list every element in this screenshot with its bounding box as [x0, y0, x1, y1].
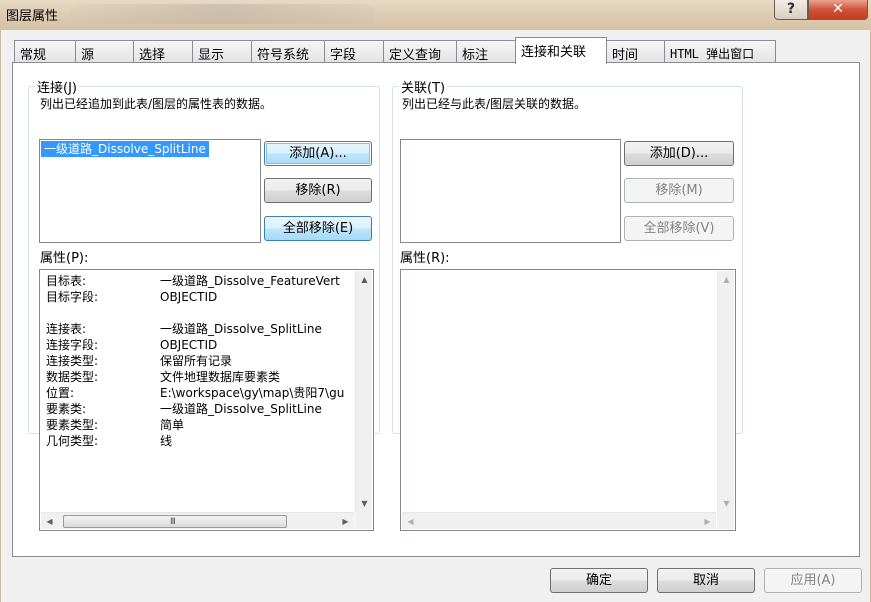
prop-value: 一级道路_Dissolve_FeatureVert	[160, 274, 340, 288]
tab-definition-query[interactable]: 定义查询	[383, 40, 457, 63]
relates-props-hscrollbar[interactable]: ◀ ▶	[402, 512, 716, 529]
relates-list[interactable]	[400, 139, 621, 243]
scroll-right-icon[interactable]: ▶	[337, 513, 354, 530]
dialog-client: 常规 源 选择 显示 符号系统 字段 定义查询 标注 连接和关联 时间 HTML…	[0, 30, 871, 602]
cancel-button[interactable]: 取消	[657, 568, 755, 593]
help-button[interactable]: ?	[774, 0, 808, 20]
joins-properties-label: 属性(P):	[40, 251, 89, 266]
joins-props-vscrollbar[interactable]: ▲ ▼	[355, 271, 372, 512]
prop-value: 简单	[160, 418, 185, 432]
add-join-button[interactable]: 添加(A)...	[264, 141, 372, 166]
hscroll-thumb[interactable]: III	[63, 515, 287, 528]
scroll-up-icon[interactable]: ▲	[356, 271, 373, 288]
scroll-down-icon[interactable]: ▼	[356, 495, 373, 512]
joins-list[interactable]: 一级道路_Dissolve_SplitLine	[39, 139, 261, 243]
scroll-down-icon[interactable]: ▼	[718, 495, 735, 512]
tab-selection[interactable]: 选择	[133, 40, 193, 63]
ok-button[interactable]: 确定	[550, 568, 648, 593]
prop-value: 文件地理数据库要素类	[160, 370, 281, 384]
tab-joins-relates[interactable]: 连接和关联	[515, 37, 607, 64]
prop-key: 位置:	[46, 386, 75, 400]
grip-icon: III	[170, 517, 176, 527]
prop-value: E:\workspace\gy\map\贵阳7\gu	[160, 386, 345, 400]
prop-value: OBJECTID	[160, 338, 218, 352]
tab-display[interactable]: 显示	[192, 40, 252, 63]
prop-value: 保留所有记录	[160, 354, 233, 368]
scroll-up-icon[interactable]: ▲	[718, 271, 735, 288]
relates-properties-label: 属性(R):	[400, 251, 450, 266]
prop-key: 目标字段:	[46, 290, 99, 304]
relates-description: 列出已经与此表/图层关联的数据。	[402, 97, 587, 111]
tab-symbology[interactable]: 符号系统	[251, 40, 325, 63]
relates-group-label: 关联(T)	[399, 77, 448, 96]
add-relate-button[interactable]: 添加(D)...	[624, 141, 734, 166]
joins-props-hscrollbar[interactable]: ◀ III ▶	[41, 512, 354, 529]
title-blur	[70, 4, 375, 24]
remove-relate-button[interactable]: 移除(M)	[624, 178, 734, 203]
prop-key: 连接表:	[46, 322, 87, 336]
scroll-left-icon[interactable]: ◀	[402, 513, 419, 530]
prop-key: 要素类:	[46, 402, 87, 416]
scroll-corner	[355, 512, 372, 529]
list-item[interactable]: 一级道路_Dissolve_SplitLine	[41, 141, 209, 157]
close-icon: ✕	[832, 1, 844, 17]
prop-key: 连接字段:	[46, 338, 99, 352]
remove-all-joins-button[interactable]: 全部移除(E)	[264, 216, 372, 241]
prop-value: 线	[160, 434, 173, 448]
remove-all-relates-button[interactable]: 全部移除(V)	[624, 216, 734, 241]
prop-value: 一级道路_Dissolve_SplitLine	[160, 322, 322, 336]
prop-key: 目标表:	[46, 274, 87, 288]
apply-button[interactable]: 应用(A)	[764, 568, 862, 593]
prop-value: OBJECTID	[160, 290, 218, 304]
joins-group-label: 连接(J)	[35, 77, 79, 96]
joins-description: 列出已经追加到此表/图层的属性表的数据。	[40, 97, 273, 111]
remove-join-button[interactable]: 移除(R)	[264, 178, 372, 203]
prop-key: 几何类型:	[46, 434, 99, 448]
prop-value: 一级道路_Dissolve_SplitLine	[160, 402, 322, 416]
tab-panel: 连接(J) 列出已经追加到此表/图层的属性表的数据。 一级道路_Dissolve…	[12, 62, 860, 557]
tab-time[interactable]: 时间	[606, 40, 665, 63]
tab-source[interactable]: 源	[75, 40, 134, 63]
relates-props-vscrollbar[interactable]: ▲ ▼	[717, 271, 734, 512]
tab-fields[interactable]: 字段	[324, 40, 384, 63]
window-title: 图层属性	[6, 9, 59, 24]
help-icon: ?	[786, 1, 796, 17]
prop-key: 连接类型:	[46, 354, 99, 368]
tab-html-popup[interactable]: HTML 弹出窗口	[664, 40, 776, 62]
scroll-corner	[717, 512, 734, 529]
title-bar: 图层属性 ? ✕	[0, 0, 871, 30]
relates-properties-box: ▲ ▼ ◀ ▶	[400, 269, 736, 531]
prop-key: 要素类型:	[46, 418, 99, 432]
joins-properties-box: 目标表: 一级道路_Dissolve_FeatureVert 目标字段: OBJEC…	[39, 269, 374, 531]
tab-general[interactable]: 常规	[14, 40, 76, 63]
tab-labels[interactable]: 标注	[456, 40, 516, 63]
prop-key: 数据类型:	[46, 370, 99, 384]
scroll-left-icon[interactable]: ◀	[41, 513, 58, 530]
close-button[interactable]: ✕	[808, 0, 868, 20]
scroll-right-icon[interactable]: ▶	[699, 513, 716, 530]
